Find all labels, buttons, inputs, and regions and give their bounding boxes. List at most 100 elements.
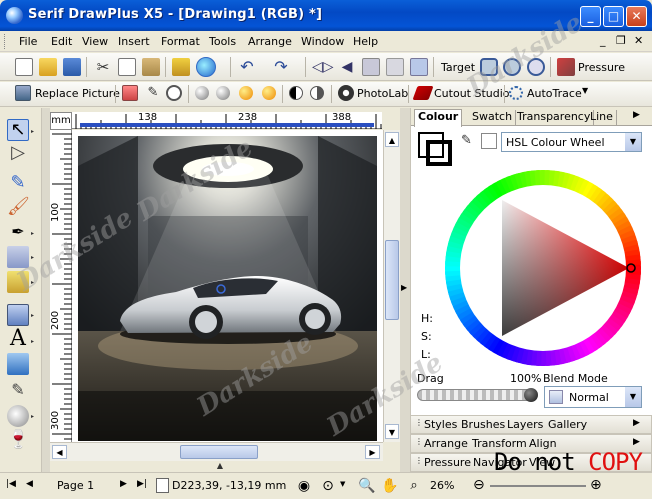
open-folder-icon[interactable]	[39, 58, 57, 76]
preview-dropdown-icon[interactable]: ▼	[340, 480, 345, 488]
menu-insert[interactable]: Insert	[118, 35, 150, 48]
menu-window[interactable]: Window	[301, 35, 344, 48]
panel-row-arrow-icon[interactable]: ▶	[633, 437, 640, 447]
panel-row-arrow-icon[interactable]: ▶	[633, 418, 640, 428]
picture-tool-icon[interactable]	[7, 353, 29, 375]
zoom-out-icon[interactable]: ⊖	[473, 477, 485, 493]
blend-mode-select[interactable]: Normal ▼	[544, 386, 642, 408]
maximize-button[interactable]: □	[603, 6, 624, 27]
tab-swatch[interactable]: Swatch	[469, 110, 517, 126]
page-label[interactable]: Page 1	[57, 479, 94, 492]
zoom-slider[interactable]	[490, 485, 586, 487]
bottom-panel-expand-icon[interactable]: ▲	[200, 461, 240, 472]
menu-file[interactable]: File	[19, 35, 37, 48]
previous-page-icon[interactable]: ◀	[26, 479, 33, 489]
colour-eyedropper-icon[interactable]: ✎	[461, 134, 475, 148]
pan-hand-icon[interactable]: ✋	[380, 477, 400, 495]
collapse-arrow-icon[interactable]: ▶	[401, 283, 407, 292]
last-page-icon[interactable]: ▶|	[137, 479, 147, 489]
tool-flyout-arrow[interactable]: ▸	[31, 338, 34, 345]
zoom-tool-icon[interactable]: 🔍	[357, 477, 377, 495]
menubar-grip[interactable]	[4, 34, 7, 49]
tool-flyout-arrow[interactable]: ▸	[31, 128, 34, 135]
horizontal-ruler[interactable]: 138 238 388	[72, 112, 382, 129]
tool-flyout-arrow[interactable]: ▸	[31, 312, 34, 319]
ruler-units[interactable]: mm	[50, 112, 72, 130]
add-shape-icon[interactable]	[480, 58, 498, 76]
pen-tool-icon[interactable]: ✒	[7, 222, 29, 244]
horizontal-scrollbar[interactable]: ◀ ▶	[50, 442, 383, 461]
flip-vertical-icon[interactable]: ◀	[338, 58, 356, 76]
pointer-tool-icon[interactable]: ↖	[7, 119, 29, 141]
chevron-down-icon[interactable]: ▼	[625, 387, 641, 407]
zoom-level[interactable]: 26%	[430, 479, 454, 492]
node-tool-icon[interactable]: ▷	[7, 143, 29, 165]
red-eye-icon[interactable]	[166, 85, 182, 101]
transparency-tool-icon[interactable]: 🍷	[7, 430, 29, 452]
zoom-fit-icon[interactable]: ⌕	[404, 477, 424, 495]
photolab-button[interactable]: PhotoLab	[357, 87, 408, 100]
tab-pressure[interactable]: Pressure	[424, 456, 471, 469]
view-eye-icon[interactable]: ◉	[294, 477, 314, 495]
brush-tool-icon[interactable]: 🖌	[7, 197, 30, 219]
tab-brushes[interactable]: Brushes	[461, 418, 505, 431]
colour-mode-select[interactable]: HSL Colour Wheel ▼	[501, 132, 642, 152]
color-picker-tool-icon[interactable]: ✎	[7, 380, 29, 402]
format-painter-icon[interactable]	[172, 58, 190, 76]
hsl-colour-wheel[interactable]	[443, 168, 643, 368]
replace-picture-icon[interactable]	[15, 85, 31, 101]
autotrace-button[interactable]: AutoTrace	[527, 87, 582, 100]
eyedropper-icon[interactable]: ✎	[145, 85, 161, 101]
menu-tools[interactable]: Tools	[209, 35, 236, 48]
tool-flyout-arrow[interactable]: ▸	[31, 254, 34, 261]
flip-horizontal-icon[interactable]: ◁▷	[312, 58, 334, 76]
close-button[interactable]: ✕	[626, 6, 647, 27]
preview-icon[interactable]: ⊙	[318, 477, 338, 495]
web-globe-icon[interactable]	[196, 57, 216, 77]
next-page-icon[interactable]: ▶	[120, 479, 127, 489]
menu-format[interactable]: Format	[161, 35, 200, 48]
first-page-icon[interactable]: |◀	[6, 479, 16, 489]
fill-tool-icon[interactable]	[7, 405, 29, 427]
combine-icon[interactable]	[410, 58, 428, 76]
color-balance-icon[interactable]	[239, 86, 253, 100]
grayscale-icon[interactable]	[310, 86, 324, 100]
intersect-shape-icon[interactable]	[527, 58, 545, 76]
tab-layers[interactable]: Layers	[507, 418, 543, 431]
tab-styles[interactable]: Styles	[424, 418, 457, 431]
menu-arrange[interactable]: Arrange	[248, 35, 292, 48]
rectangle-tool-icon[interactable]	[7, 304, 29, 326]
line-colour-swatch[interactable]	[426, 140, 452, 166]
target-label[interactable]: Target	[441, 61, 475, 74]
tab-gallery[interactable]: Gallery	[548, 418, 587, 431]
text-tool-icon[interactable]: A	[7, 328, 29, 350]
tool-flyout-arrow[interactable]: ▸	[31, 279, 34, 286]
menu-edit[interactable]: Edit	[51, 35, 72, 48]
car-photo[interactable]	[78, 136, 377, 441]
scroll-right-arrow-icon[interactable]: ▶	[365, 445, 380, 459]
scroll-up-arrow-icon[interactable]: ▲	[385, 132, 399, 147]
pressure-label[interactable]: Pressure	[578, 61, 625, 74]
doc-close-button[interactable]: ✕	[634, 34, 643, 47]
tab-scroll-arrow-icon[interactable]: ▶	[633, 110, 640, 120]
scroll-left-arrow-icon[interactable]: ◀	[52, 445, 67, 459]
vertical-scrollbar[interactable]: ▲ ▼	[383, 130, 400, 442]
group-icon[interactable]	[362, 58, 380, 76]
scroll-down-arrow-icon[interactable]: ▼	[385, 424, 399, 439]
pressure-pen-icon[interactable]	[557, 58, 575, 76]
cut-icon[interactable]: ✂	[94, 58, 112, 76]
chevron-down-icon[interactable]: ▼	[625, 133, 641, 151]
minimize-button[interactable]: _	[580, 6, 601, 27]
tab-arrange[interactable]: Arrange	[424, 437, 468, 450]
undo-icon[interactable]: ↶	[238, 58, 256, 76]
replace-picture-button[interactable]: Replace Picture	[35, 87, 120, 100]
picture-adjust-icon[interactable]	[122, 85, 138, 101]
brightness-icon[interactable]	[195, 86, 209, 100]
cutout-studio-icon[interactable]	[412, 86, 434, 100]
vertical-scroll-thumb[interactable]	[385, 240, 399, 320]
menu-view[interactable]: View	[82, 35, 108, 48]
vertical-ruler[interactable]: 100 200 300	[50, 130, 72, 442]
menu-help[interactable]: Help	[353, 35, 378, 48]
paste-icon[interactable]	[142, 58, 160, 76]
doc-restore-button[interactable]: ❐	[616, 34, 626, 47]
